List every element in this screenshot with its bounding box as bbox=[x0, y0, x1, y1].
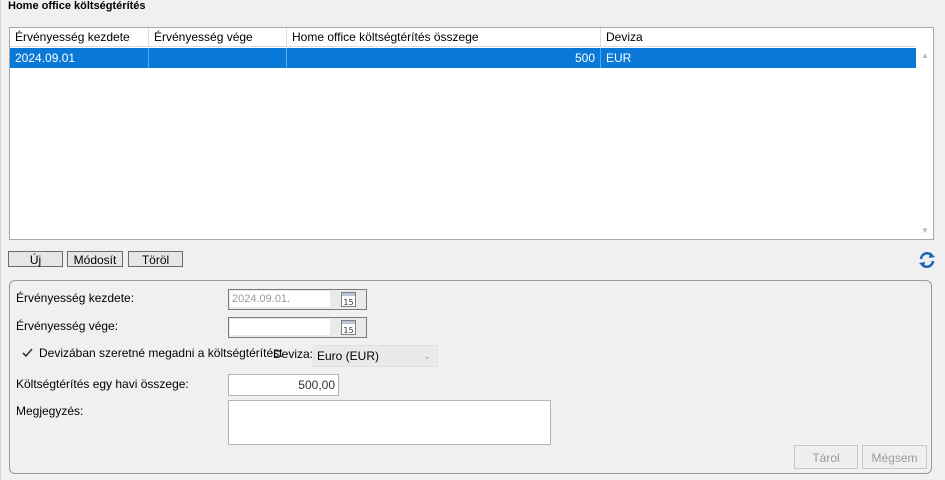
cancel-button[interactable]: Mégsem bbox=[862, 445, 927, 469]
monthly-amount-label: Költségtérítés egy havi összege: bbox=[16, 377, 189, 391]
window-left-border bbox=[0, 0, 1, 480]
cell-currency: EUR bbox=[606, 51, 632, 65]
currency-label: Deviza: bbox=[273, 347, 314, 361]
table-row[interactable]: 2024.09.01 500 EUR bbox=[10, 48, 916, 68]
calendar-icon[interactable]: 15 bbox=[341, 320, 356, 335]
currency-checkbox-label[interactable]: Devizában szeretné megadni a költségtérí… bbox=[39, 346, 282, 360]
column-header-amount[interactable]: Home office költségtérítés összege bbox=[287, 28, 601, 46]
note-textarea[interactable] bbox=[228, 400, 551, 445]
checkmark-icon bbox=[22, 348, 33, 358]
valid-to-label: Érvényesség vége: bbox=[16, 319, 119, 333]
modify-button[interactable]: Módosít bbox=[67, 251, 123, 267]
valid-from-date-picker[interactable]: 2024.09.01. 15 bbox=[228, 289, 367, 310]
valid-to-date-picker[interactable]: 15 bbox=[228, 317, 367, 338]
monthly-amount-field[interactable]: 500,00 bbox=[228, 374, 339, 396]
valid-from-field[interactable]: 2024.09.01. bbox=[230, 291, 330, 307]
column-header-valid-to[interactable]: Érvényesség vége bbox=[149, 28, 287, 46]
column-header-valid-from[interactable]: Érvényesség kezdete bbox=[10, 28, 149, 46]
page-title: Home office költségtérítés bbox=[8, 0, 146, 12]
svg-text:15: 15 bbox=[343, 298, 353, 307]
cell-valid-to bbox=[149, 48, 287, 68]
currency-checkbox[interactable] bbox=[21, 346, 34, 359]
currency-select[interactable]: Euro (EUR) ⌄ bbox=[313, 345, 438, 367]
cell-amount: 500 bbox=[287, 48, 601, 68]
new-button[interactable]: Új bbox=[8, 251, 63, 267]
table-header: Érvényesség kezdete Érvényesség vége Hom… bbox=[10, 28, 916, 47]
svg-text:15: 15 bbox=[343, 326, 353, 335]
calendar-icon[interactable]: 15 bbox=[341, 292, 356, 307]
delete-button[interactable]: Töröl bbox=[128, 251, 183, 267]
note-label: Megjegyzés: bbox=[16, 404, 84, 418]
scroll-up-icon[interactable]: ▲ bbox=[921, 52, 929, 60]
cell-valid-from: 2024.09.01 bbox=[10, 48, 149, 68]
chevron-down-icon: ⌄ bbox=[423, 351, 431, 361]
save-button[interactable]: Tárol bbox=[794, 445, 858, 469]
table-scrollbar[interactable]: ▲ ▼ bbox=[917, 46, 933, 239]
cost-table: Érvényesség kezdete Érvényesség vége Hom… bbox=[9, 27, 934, 240]
column-header-currency[interactable]: Deviza bbox=[601, 28, 916, 46]
refresh-icon[interactable] bbox=[918, 251, 936, 269]
valid-to-field[interactable] bbox=[230, 319, 330, 335]
currency-select-value: Euro (EUR) bbox=[317, 349, 380, 363]
scroll-down-icon[interactable]: ▼ bbox=[921, 227, 929, 235]
valid-from-label: Érvényesség kezdete: bbox=[16, 291, 135, 305]
